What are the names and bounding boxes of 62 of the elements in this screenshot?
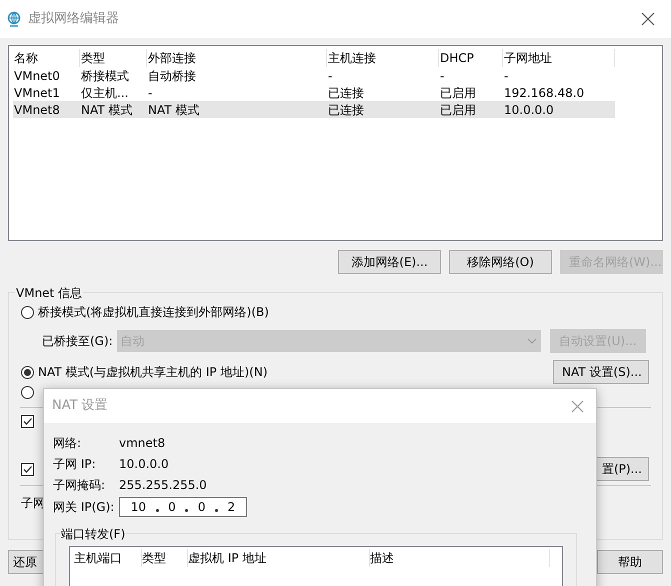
field-label: 子网 IP:	[53, 456, 97, 472]
ip-octet: 2	[228, 499, 236, 516]
network-row[interactable]: VMnet8 NAT 模式 NAT 模式 已连接 已启用 10.0.0.0	[13, 101, 615, 118]
table-cell-text: 已启用	[439, 84, 477, 102]
table-cell-text: 自动桥接	[147, 68, 197, 84]
group-title: VMnet 信息	[15, 284, 84, 302]
table-cell-text: 已启用	[439, 102, 477, 118]
checkbox[interactable]	[21, 415, 34, 428]
radio-label: 桥接模式(将虚拟机直接连接到外部网络)(B)	[38, 304, 269, 321]
column-header[interactable]: DHCP	[439, 49, 503, 67]
column-header[interactable]: 类型	[80, 49, 147, 67]
table-cell-text: NAT 模式	[80, 102, 134, 118]
radio-label: NAT 模式(与虚拟机共享主机的 IP 地址)(N)	[38, 364, 268, 381]
table-cell-text: 192.168.48.0	[503, 84, 586, 102]
table-cell-text: 已连接	[327, 102, 365, 118]
radio-button[interactable]	[21, 386, 34, 399]
ip-octet: 0	[198, 499, 206, 516]
field-value: vmnet8	[119, 434, 166, 452]
gateway-ip-field[interactable]: 10 0 0 2	[119, 497, 247, 517]
field-label: 网络:	[53, 434, 82, 452]
field-value: 10.0.0.0	[119, 456, 169, 472]
table-cell-text: 已连接	[327, 84, 365, 102]
table-cell-text: NAT 模式	[147, 102, 200, 118]
column-header[interactable]: 虚拟机 IP 地址	[188, 549, 370, 567]
table-cell-text: -	[147, 84, 154, 102]
checkbox[interactable]	[21, 462, 34, 476]
table-cell-text: -	[327, 68, 334, 84]
window-title: 虚拟网络编辑器	[28, 10, 119, 28]
field-value: 255.255.255.0	[119, 476, 207, 494]
table-cell-text: 桥接模式	[80, 68, 130, 84]
network-row[interactable]: VMnet1 仅主机... - 已连接 已启用 192.168.48.0	[13, 84, 615, 101]
table-cell-text: -	[503, 68, 510, 84]
table-cell-text: VMnet8	[13, 102, 61, 118]
network-row[interactable]: VMnet0 桥接模式 自动桥接 - - -	[13, 67, 615, 84]
network-button[interactable]: 移除网络(O)	[449, 250, 552, 274]
nat-settings-button[interactable]: NAT 设置(S)...	[553, 360, 649, 384]
table-cell-text: VMnet0	[13, 68, 61, 84]
ip-octet: 10	[130, 499, 146, 516]
table-cell-text: -	[439, 68, 446, 84]
table-cell-text: 仅主机...	[80, 84, 130, 102]
table-cell-text: 10.0.0.0	[503, 102, 555, 118]
radio-button[interactable]	[21, 306, 34, 318]
field-label: 网关 IP(G):	[53, 499, 116, 516]
column-header[interactable]: 主机端口	[74, 549, 142, 567]
column-header[interactable]: 类型	[142, 549, 188, 567]
dialog-title: NAT 设置	[52, 397, 108, 416]
column-header[interactable]: 描述	[370, 549, 550, 567]
table-cell-text: VMnet1	[13, 84, 61, 102]
field-label: 子网掩码:	[53, 476, 106, 494]
ip-octet: 0	[168, 499, 176, 516]
column-header[interactable]: 外部连接	[147, 49, 327, 67]
column-header[interactable]: 子网地址	[503, 49, 615, 67]
radio-button[interactable]	[21, 366, 34, 378]
close-icon[interactable]	[641, 12, 655, 26]
chevron-down-icon	[526, 338, 537, 344]
network-button[interactable]: 添加网络(E)...	[338, 250, 441, 274]
help-button[interactable]: 帮助	[597, 550, 663, 574]
column-header[interactable]: 主机连接	[327, 49, 439, 67]
field-label: 已桥接至(G):	[42, 333, 113, 350]
globe-icon	[6, 11, 22, 27]
group-title: 端口转发(F)	[60, 525, 126, 543]
column-header[interactable]: 名称	[13, 49, 80, 67]
